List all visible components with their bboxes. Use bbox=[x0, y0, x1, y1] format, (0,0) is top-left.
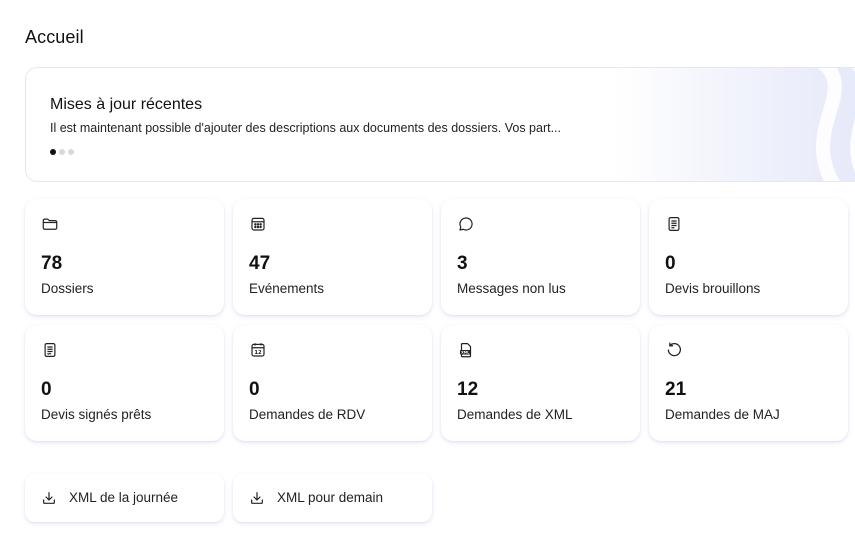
download-icon bbox=[249, 490, 265, 506]
calendar-icon bbox=[249, 215, 267, 233]
folder-icon bbox=[41, 215, 59, 233]
updates-title: Mises à jour récentes bbox=[50, 96, 203, 113]
stat-label: Demandes de RDV bbox=[249, 407, 366, 422]
recent-updates-banner[interactable]: Mises à jour récentes Il est maintenant … bbox=[25, 67, 855, 182]
updates-text: Il est maintenant possible d'ajouter des… bbox=[50, 121, 561, 135]
action-label: XML pour demain bbox=[277, 490, 384, 505]
stat-value: 3 bbox=[457, 253, 468, 274]
document-signed-icon bbox=[41, 341, 59, 359]
stat-label: Devis brouillons bbox=[665, 281, 761, 296]
stat-value: 21 bbox=[665, 379, 687, 400]
document-icon bbox=[665, 215, 683, 233]
download-xml-tomorrow-button[interactable]: XML pour demain bbox=[233, 474, 432, 522]
stat-card-devis-signes[interactable]: 0 Devis signés prêts bbox=[25, 325, 224, 441]
chat-bubble-icon bbox=[457, 215, 475, 233]
stat-label: Demandes de XML bbox=[457, 407, 573, 422]
stat-card-devis-brouillons[interactable]: 0 Devis brouillons bbox=[649, 199, 848, 315]
xml-file-icon: XML bbox=[457, 341, 475, 359]
stat-label: Demandes de MAJ bbox=[665, 407, 780, 422]
page-title: Accueil bbox=[25, 27, 84, 47]
stat-value: 0 bbox=[665, 253, 676, 274]
action-label: XML de la journée bbox=[69, 490, 179, 505]
stat-label: Evénements bbox=[249, 281, 325, 296]
stat-value: 47 bbox=[249, 253, 271, 274]
stat-card-demandes-xml[interactable]: XML 12 Demandes de XML bbox=[441, 325, 640, 441]
carousel-dot-1[interactable] bbox=[50, 149, 56, 155]
stat-value: 78 bbox=[41, 253, 63, 274]
download-icon bbox=[41, 490, 57, 506]
stat-card-messages[interactable]: 3 Messages non lus bbox=[441, 199, 640, 315]
stat-card-demandes-maj[interactable]: 21 Demandes de MAJ bbox=[649, 325, 848, 441]
carousel-dots bbox=[50, 149, 74, 155]
stat-label: Dossiers bbox=[41, 281, 94, 296]
svg-text:12: 12 bbox=[254, 350, 262, 356]
stat-card-demandes-rdv[interactable]: 12 0 Demandes de RDV bbox=[233, 325, 432, 441]
stat-card-evenements[interactable]: 47 Evénements bbox=[233, 199, 432, 315]
calendar-day-icon: 12 bbox=[249, 341, 267, 359]
carousel-dot-3[interactable] bbox=[68, 149, 74, 155]
stat-value: 0 bbox=[41, 379, 52, 400]
carousel-dot-2[interactable] bbox=[59, 149, 65, 155]
stat-label: Messages non lus bbox=[457, 281, 566, 296]
download-xml-today-button[interactable]: XML de la journée bbox=[25, 474, 224, 522]
wave-decoration bbox=[816, 68, 855, 181]
stat-value: 0 bbox=[249, 379, 260, 400]
refresh-icon bbox=[665, 341, 683, 359]
stat-card-dossiers[interactable]: 78 Dossiers bbox=[25, 199, 224, 315]
svg-text:XML: XML bbox=[461, 351, 470, 355]
stat-label: Devis signés prêts bbox=[41, 407, 152, 422]
stat-value: 12 bbox=[457, 379, 479, 400]
